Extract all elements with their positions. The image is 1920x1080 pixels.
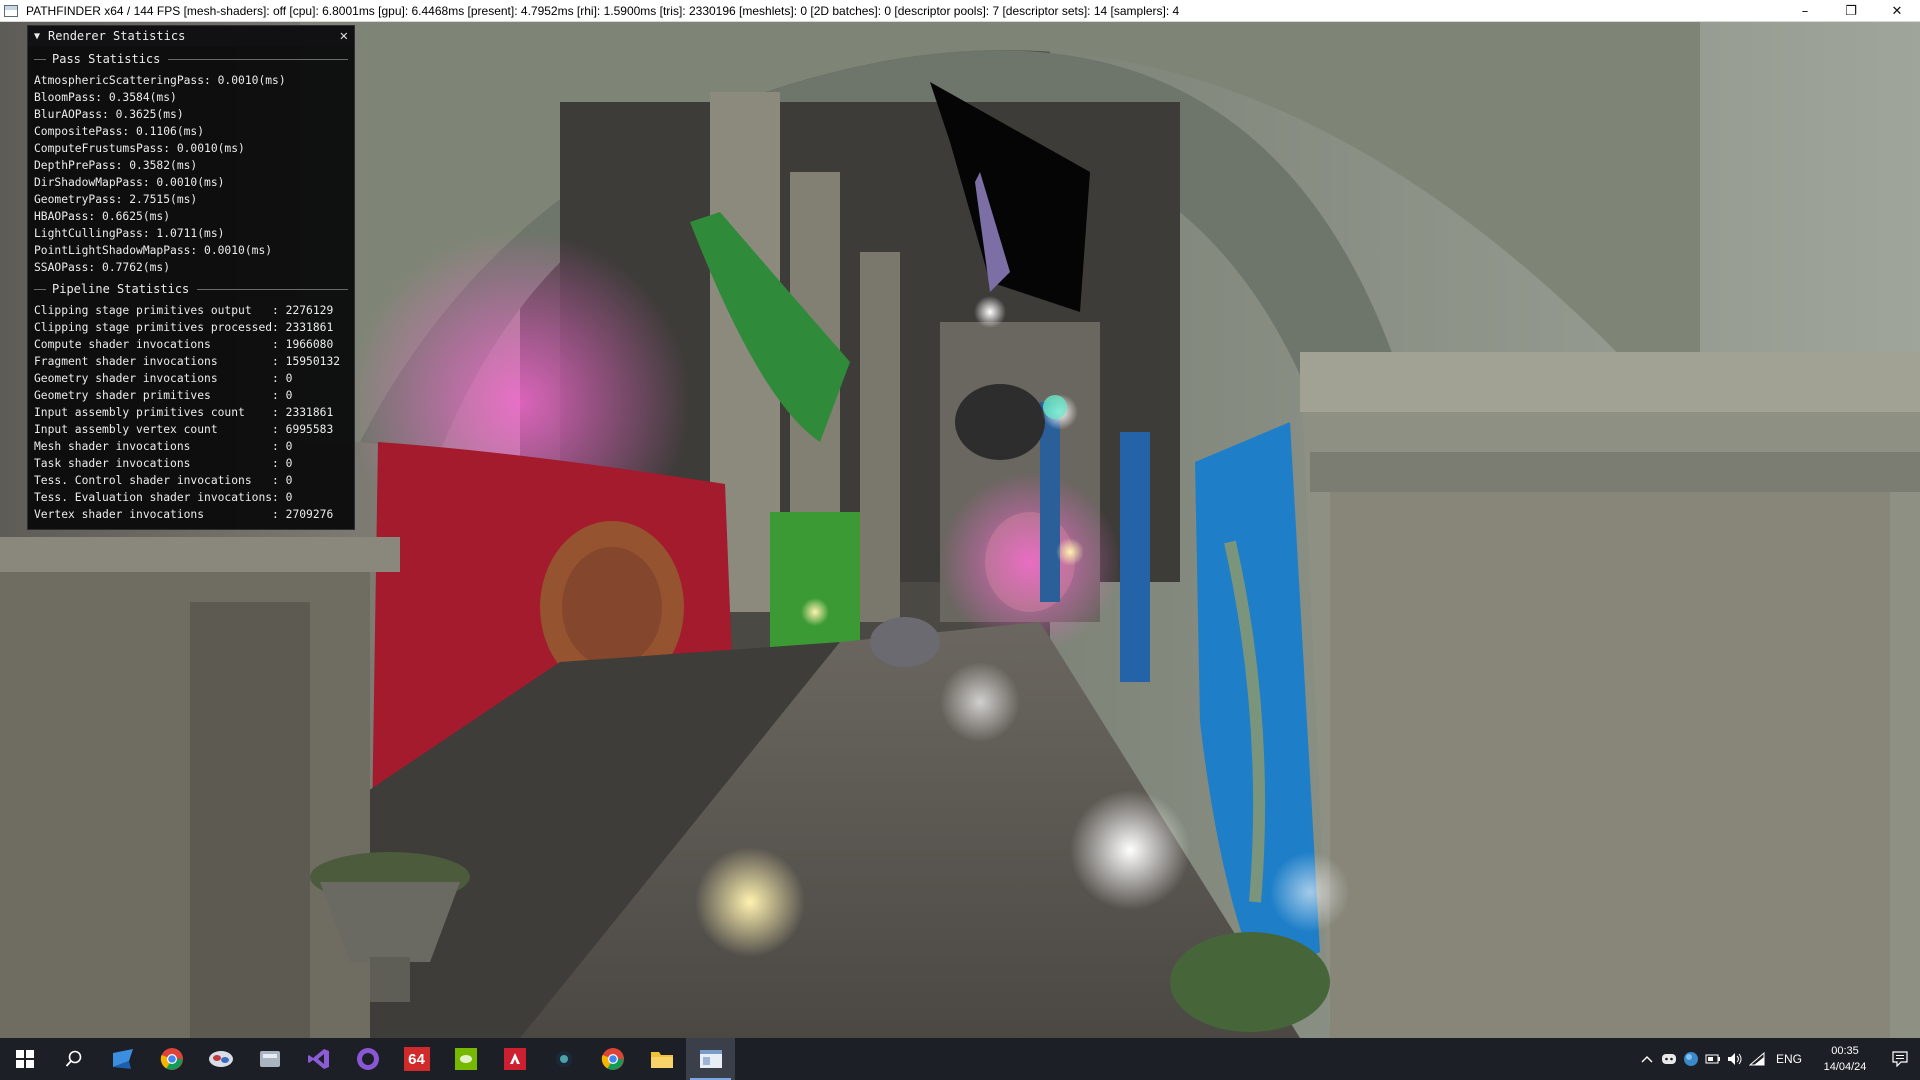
pipeline-stat-row: Geometry shader invocations : 0	[34, 372, 293, 385]
pass-stat-row: HBAOPass: 0.6625(ms)	[34, 210, 171, 223]
chevron-up-icon[interactable]	[1636, 1038, 1658, 1080]
steam-icon	[555, 1051, 572, 1067]
window-controls: – ❐ ✕	[1782, 0, 1920, 22]
window-titlebar: PATHFINDER x64 / 144 FPS [mesh-shaders]:…	[0, 0, 1920, 22]
pipeline-statistics-header[interactable]: Pipeline Statistics	[34, 282, 348, 296]
discord-icon[interactable]	[1658, 1038, 1680, 1080]
taskbar-pathfinder[interactable]	[686, 1038, 735, 1080]
amd-icon	[503, 1048, 526, 1070]
chrome-icon	[601, 1048, 624, 1070]
separator-line	[34, 288, 46, 290]
taskbar-app-arrow[interactable]	[98, 1038, 147, 1080]
globe-icon[interactable]	[1680, 1038, 1702, 1080]
pipeline-stat-row: Vertex shader invocations : 2709276	[34, 508, 334, 521]
pass-statistics-header[interactable]: Pass Statistics	[34, 52, 348, 66]
pass-statistics-label: Pass Statistics	[52, 52, 161, 66]
taskbar-chrome[interactable]	[147, 1038, 196, 1080]
taskbar-github-desktop[interactable]	[343, 1038, 392, 1080]
taskbar-aida64[interactable]: 64	[392, 1038, 441, 1080]
pipeline-stat-row: Tess. Evaluation shader invocations: 0	[34, 491, 293, 504]
panel-header[interactable]: ▼ Renderer Statistics ✕	[28, 26, 354, 46]
taskbar-amd[interactable]	[490, 1038, 539, 1080]
taskbar-visual-studio[interactable]	[294, 1038, 343, 1080]
pipeline-stat-row: Fragment shader invocations : 15950132	[34, 355, 341, 368]
folder-icon	[650, 1052, 673, 1068]
pipeline-stat-row: Input assembly vertex count : 6995583	[34, 423, 334, 436]
taskbar-steam[interactable]	[539, 1038, 588, 1080]
taskbar-chrome-2[interactable]	[588, 1038, 637, 1080]
pipeline-stat-row: Mesh shader invocations : 0	[34, 440, 293, 453]
pipeline-stat-row: Input assembly primitives count : 233186…	[34, 406, 334, 419]
pipeline-stat-row: Task shader invocations : 0	[34, 457, 293, 470]
pass-stat-row: ComputeFrustumsPass: 0.0010(ms)	[34, 142, 245, 155]
windows-logo-icon	[15, 1050, 34, 1068]
pass-stat-row: GeometryPass: 2.7515(ms)	[34, 193, 198, 206]
taskbar-file-explorer[interactable]	[637, 1038, 686, 1080]
minimize-button[interactable]: –	[1782, 0, 1828, 22]
separator-line	[168, 58, 348, 60]
renderer-statistics-panel: ▼ Renderer Statistics ✕ Pass Statistics …	[27, 25, 355, 530]
restore-button[interactable]: ❐	[1828, 0, 1874, 22]
app-window-icon	[4, 4, 18, 17]
clock-time: 00:35	[1831, 1045, 1859, 1057]
window-title: PATHFINDER x64 / 144 FPS [mesh-shaders]:…	[26, 3, 1180, 18]
pass-stat-row: DepthPrePass: 0.3582(ms)	[34, 159, 198, 172]
pipeline-stat-row: Tess. Control shader invocations : 0	[34, 474, 293, 487]
pipeline-stat-row: Clipping stage primitives processed: 233…	[34, 321, 334, 334]
bird-app-icon	[208, 1051, 233, 1067]
notification-center-button[interactable]	[1880, 1038, 1920, 1080]
windows-taskbar: 64 ENG 00:35 14/04/24	[0, 1038, 1920, 1080]
system-tray: ENG 00:35 14/04/24	[1636, 1038, 1920, 1080]
visual-studio-icon	[307, 1049, 329, 1069]
pass-stat-row: BlurAOPass: 0.3625(ms)	[34, 108, 184, 121]
nvidia-icon	[454, 1048, 477, 1070]
pass-stat-row: PointLightShadowMapPass: 0.0010(ms)	[34, 244, 273, 257]
collapse-triangle-icon[interactable]: ▼	[34, 31, 40, 42]
panel-title: Renderer Statistics	[48, 29, 186, 43]
pass-stat-row: AtmosphericScatteringPass: 0.0010(ms)	[34, 74, 286, 87]
github-icon	[356, 1048, 379, 1070]
blue-arrow-app-icon	[112, 1049, 133, 1069]
pipeline-stat-row: Compute shader invocations : 1966080	[34, 338, 334, 351]
pass-stat-row: SSAOPass: 0.7762(ms)	[34, 261, 171, 274]
separator-line	[197, 288, 348, 290]
clock-date: 14/04/24	[1823, 1061, 1867, 1073]
taskbar-file-manager[interactable]	[245, 1038, 294, 1080]
pass-stat-row: CompositePass: 0.1106(ms)	[34, 125, 205, 138]
volume-icon[interactable]	[1724, 1038, 1746, 1080]
pipeline-stat-row: Clipping stage primitives output : 22761…	[34, 304, 334, 317]
aida64-icon: 64	[403, 1047, 430, 1071]
notification-icon	[1892, 1051, 1908, 1067]
pass-stat-row: BloomPass: 0.3584(ms)	[34, 91, 177, 104]
pipeline-statistics-list: Clipping stage primitives output : 22761…	[28, 302, 354, 523]
taskbar-nvidia[interactable]	[441, 1038, 490, 1080]
pass-statistics-list: AtmosphericScatteringPass: 0.0010(ms) Bl…	[28, 72, 354, 276]
app-window-icon	[699, 1050, 722, 1068]
taskbar-app-bird[interactable]	[196, 1038, 245, 1080]
close-window-button[interactable]: ✕	[1874, 0, 1920, 22]
start-button[interactable]	[0, 1038, 49, 1080]
clock[interactable]: 00:35 14/04/24	[1810, 1043, 1880, 1075]
search-icon	[65, 1050, 81, 1067]
drive-app-icon	[259, 1051, 280, 1067]
pass-stat-row: LightCullingPass: 1.0711(ms)	[34, 227, 225, 240]
network-icon[interactable]	[1746, 1038, 1768, 1080]
pipeline-stat-row: Geometry shader primitives : 0	[34, 389, 293, 402]
search-button[interactable]	[49, 1038, 98, 1080]
language-indicator[interactable]: ENG	[1776, 1052, 1802, 1066]
pass-stat-row: DirShadowMapPass: 0.0010(ms)	[34, 176, 225, 189]
close-icon[interactable]: ✕	[340, 28, 348, 44]
chrome-icon	[160, 1048, 183, 1070]
separator-line	[34, 58, 46, 60]
battery-icon[interactable]	[1702, 1038, 1724, 1080]
pipeline-statistics-label: Pipeline Statistics	[52, 282, 190, 296]
